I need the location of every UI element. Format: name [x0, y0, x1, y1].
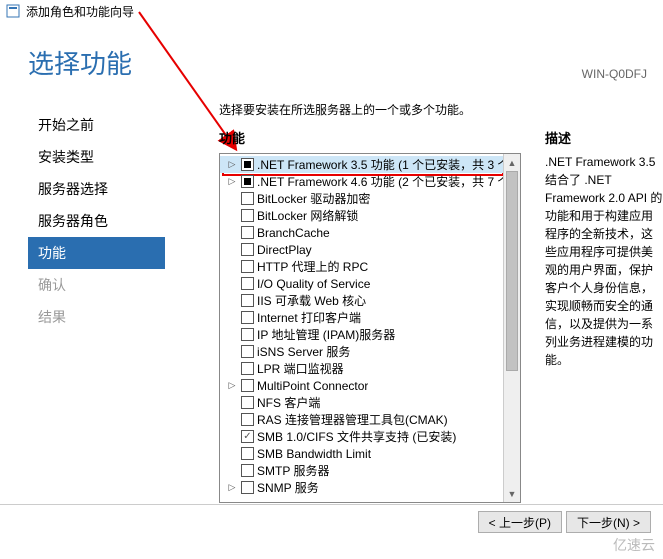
next-button[interactable]: 下一步(N) > — [566, 511, 651, 533]
feature-row[interactable]: NFS 客户端 — [220, 394, 520, 411]
feature-row[interactable]: Internet 打印客户端 — [220, 309, 520, 326]
expand-icon[interactable]: ▷ — [226, 159, 238, 170]
description-text: .NET Framework 3.5 结合了 .NET Framework 2.… — [545, 153, 663, 369]
feature-row[interactable]: BitLocker 驱动器加密 — [220, 190, 520, 207]
feature-row[interactable]: ▷ SNMP 服务 — [220, 479, 520, 496]
sidebar-item-3[interactable]: 服务器角色 — [28, 205, 165, 237]
feature-label: .NET Framework 4.6 功能 (2 个已安装，共 7 个) — [257, 173, 513, 190]
feature-label: Internet 打印客户端 — [257, 309, 361, 326]
window-title: 添加角色和功能向导 — [26, 3, 134, 20]
features-label: 功能 — [219, 128, 521, 147]
expand-icon[interactable]: ▷ — [226, 380, 238, 391]
feature-label: RAS 连接管理器管理工具包(CMAK) — [257, 411, 448, 428]
feature-row[interactable]: BitLocker 网络解锁 — [220, 207, 520, 224]
feature-checkbox[interactable] — [241, 311, 254, 324]
feature-label: IIS 可承载 Web 核心 — [257, 292, 366, 309]
feature-label: IP 地址管理 (IPAM)服务器 — [257, 326, 395, 343]
description-column: 描述 .NET Framework 3.5 结合了 .NET Framework… — [545, 128, 663, 503]
app-icon — [6, 4, 20, 18]
expand-icon[interactable]: ▷ — [226, 176, 238, 187]
feature-checkbox[interactable] — [241, 328, 254, 341]
sidebar-item-1[interactable]: 安装类型 — [28, 141, 165, 173]
feature-label: SMB 1.0/CIFS 文件共享支持 (已安装) — [257, 428, 456, 445]
page-title: 选择功能 — [28, 44, 132, 81]
feature-label: MultiPoint Connector — [257, 379, 368, 393]
features-tree[interactable]: ▷ .NET Framework 3.5 功能 (1 个已安装，共 3 个) ▷ .N… — [219, 153, 521, 503]
sidebar-item-6: 结果 — [28, 301, 165, 333]
feature-label: BitLocker 驱动器加密 — [257, 190, 370, 207]
content-row: 开始之前安装类型服务器选择服务器角色功能确认结果 选择要安装在所选服务器上的一个… — [0, 89, 663, 503]
watermark: 亿速云 — [613, 535, 655, 555]
main-panel: 选择要安装在所选服务器上的一个或多个功能。 功能 ▷ .NET Framework… — [165, 89, 663, 503]
feature-row[interactable]: iSNS Server 服务 — [220, 343, 520, 360]
scroll-thumb[interactable] — [506, 171, 518, 371]
feature-checkbox[interactable] — [241, 175, 254, 188]
sidebar-item-2[interactable]: 服务器选择 — [28, 173, 165, 205]
feature-checkbox[interactable] — [241, 192, 254, 205]
feature-row[interactable]: ▷ .NET Framework 4.6 功能 (2 个已安装，共 7 个) — [220, 173, 520, 190]
feature-row[interactable]: I/O Quality of Service — [220, 275, 520, 292]
feature-label: DirectPlay — [257, 243, 312, 257]
feature-row[interactable]: DirectPlay — [220, 241, 520, 258]
feature-row[interactable]: ▷ MultiPoint Connector — [220, 377, 520, 394]
feature-label: SMTP 服务器 — [257, 462, 329, 479]
feature-checkbox[interactable]: ✓ — [241, 430, 254, 443]
scroll-up-icon[interactable]: ▲ — [504, 154, 520, 171]
footer: < 上一步(P) 下一步(N) > — [0, 504, 663, 533]
feature-row[interactable]: RAS 连接管理器管理工具包(CMAK) — [220, 411, 520, 428]
feature-label: BranchCache — [257, 226, 330, 240]
feature-label: BitLocker 网络解锁 — [257, 207, 358, 224]
server-name: WIN-Q0DFJ — [582, 67, 647, 81]
scrollbar[interactable]: ▲ ▼ — [503, 154, 520, 502]
feature-checkbox[interactable] — [241, 226, 254, 239]
feature-label: SMB Bandwidth Limit — [257, 447, 371, 461]
feature-checkbox[interactable] — [241, 362, 254, 375]
feature-label: HTTP 代理上的 RPC — [257, 258, 368, 275]
feature-checkbox[interactable] — [241, 379, 254, 392]
feature-label: NFS 客户端 — [257, 394, 320, 411]
instruction-text: 选择要安装在所选服务器上的一个或多个功能。 — [165, 101, 663, 128]
feature-checkbox[interactable] — [241, 277, 254, 290]
feature-label: I/O Quality of Service — [257, 277, 370, 291]
feature-label: SNMP 服务 — [257, 479, 319, 496]
feature-checkbox[interactable] — [241, 396, 254, 409]
feature-checkbox[interactable] — [241, 464, 254, 477]
feature-row[interactable]: HTTP 代理上的 RPC — [220, 258, 520, 275]
feature-checkbox[interactable] — [241, 413, 254, 426]
feature-checkbox[interactable] — [241, 260, 254, 273]
sidebar-item-5: 确认 — [28, 269, 165, 301]
feature-label: iSNS Server 服务 — [257, 343, 350, 360]
description-label: 描述 — [545, 128, 663, 147]
feature-checkbox[interactable] — [241, 447, 254, 460]
feature-checkbox[interactable] — [241, 294, 254, 307]
title-bar: 添加角色和功能向导 — [0, 0, 663, 22]
feature-row[interactable]: BranchCache — [220, 224, 520, 241]
scroll-down-icon[interactable]: ▼ — [504, 485, 520, 502]
feature-row[interactable]: SMB Bandwidth Limit — [220, 445, 520, 462]
prev-button[interactable]: < 上一步(P) — [478, 511, 562, 533]
feature-row[interactable]: ✓SMB 1.0/CIFS 文件共享支持 (已安装) — [220, 428, 520, 445]
feature-checkbox[interactable] — [241, 481, 254, 494]
feature-row[interactable]: SMTP 服务器 — [220, 462, 520, 479]
sidebar-item-4[interactable]: 功能 — [28, 237, 165, 269]
feature-checkbox[interactable] — [241, 209, 254, 222]
feature-label: .NET Framework 3.5 功能 (1 个已安装，共 3 个) — [257, 156, 513, 173]
feature-label: LPR 端口监视器 — [257, 360, 344, 377]
features-column: 功能 ▷ .NET Framework 3.5 功能 (1 个已安装，共 3 个)… — [219, 128, 521, 503]
sidebar-item-0[interactable]: 开始之前 — [28, 109, 165, 141]
sidebar: 开始之前安装类型服务器选择服务器角色功能确认结果 — [0, 89, 165, 503]
feature-row[interactable]: ▷ .NET Framework 3.5 功能 (1 个已安装，共 3 个) — [220, 156, 520, 173]
expand-icon[interactable]: ▷ — [226, 482, 238, 493]
feature-checkbox[interactable] — [241, 243, 254, 256]
feature-checkbox[interactable] — [241, 158, 254, 171]
page-header: 选择功能 WIN-Q0DFJ — [0, 22, 663, 89]
feature-checkbox[interactable] — [241, 345, 254, 358]
feature-row[interactable]: IIS 可承载 Web 核心 — [220, 292, 520, 309]
feature-row[interactable]: LPR 端口监视器 — [220, 360, 520, 377]
feature-row[interactable]: IP 地址管理 (IPAM)服务器 — [220, 326, 520, 343]
